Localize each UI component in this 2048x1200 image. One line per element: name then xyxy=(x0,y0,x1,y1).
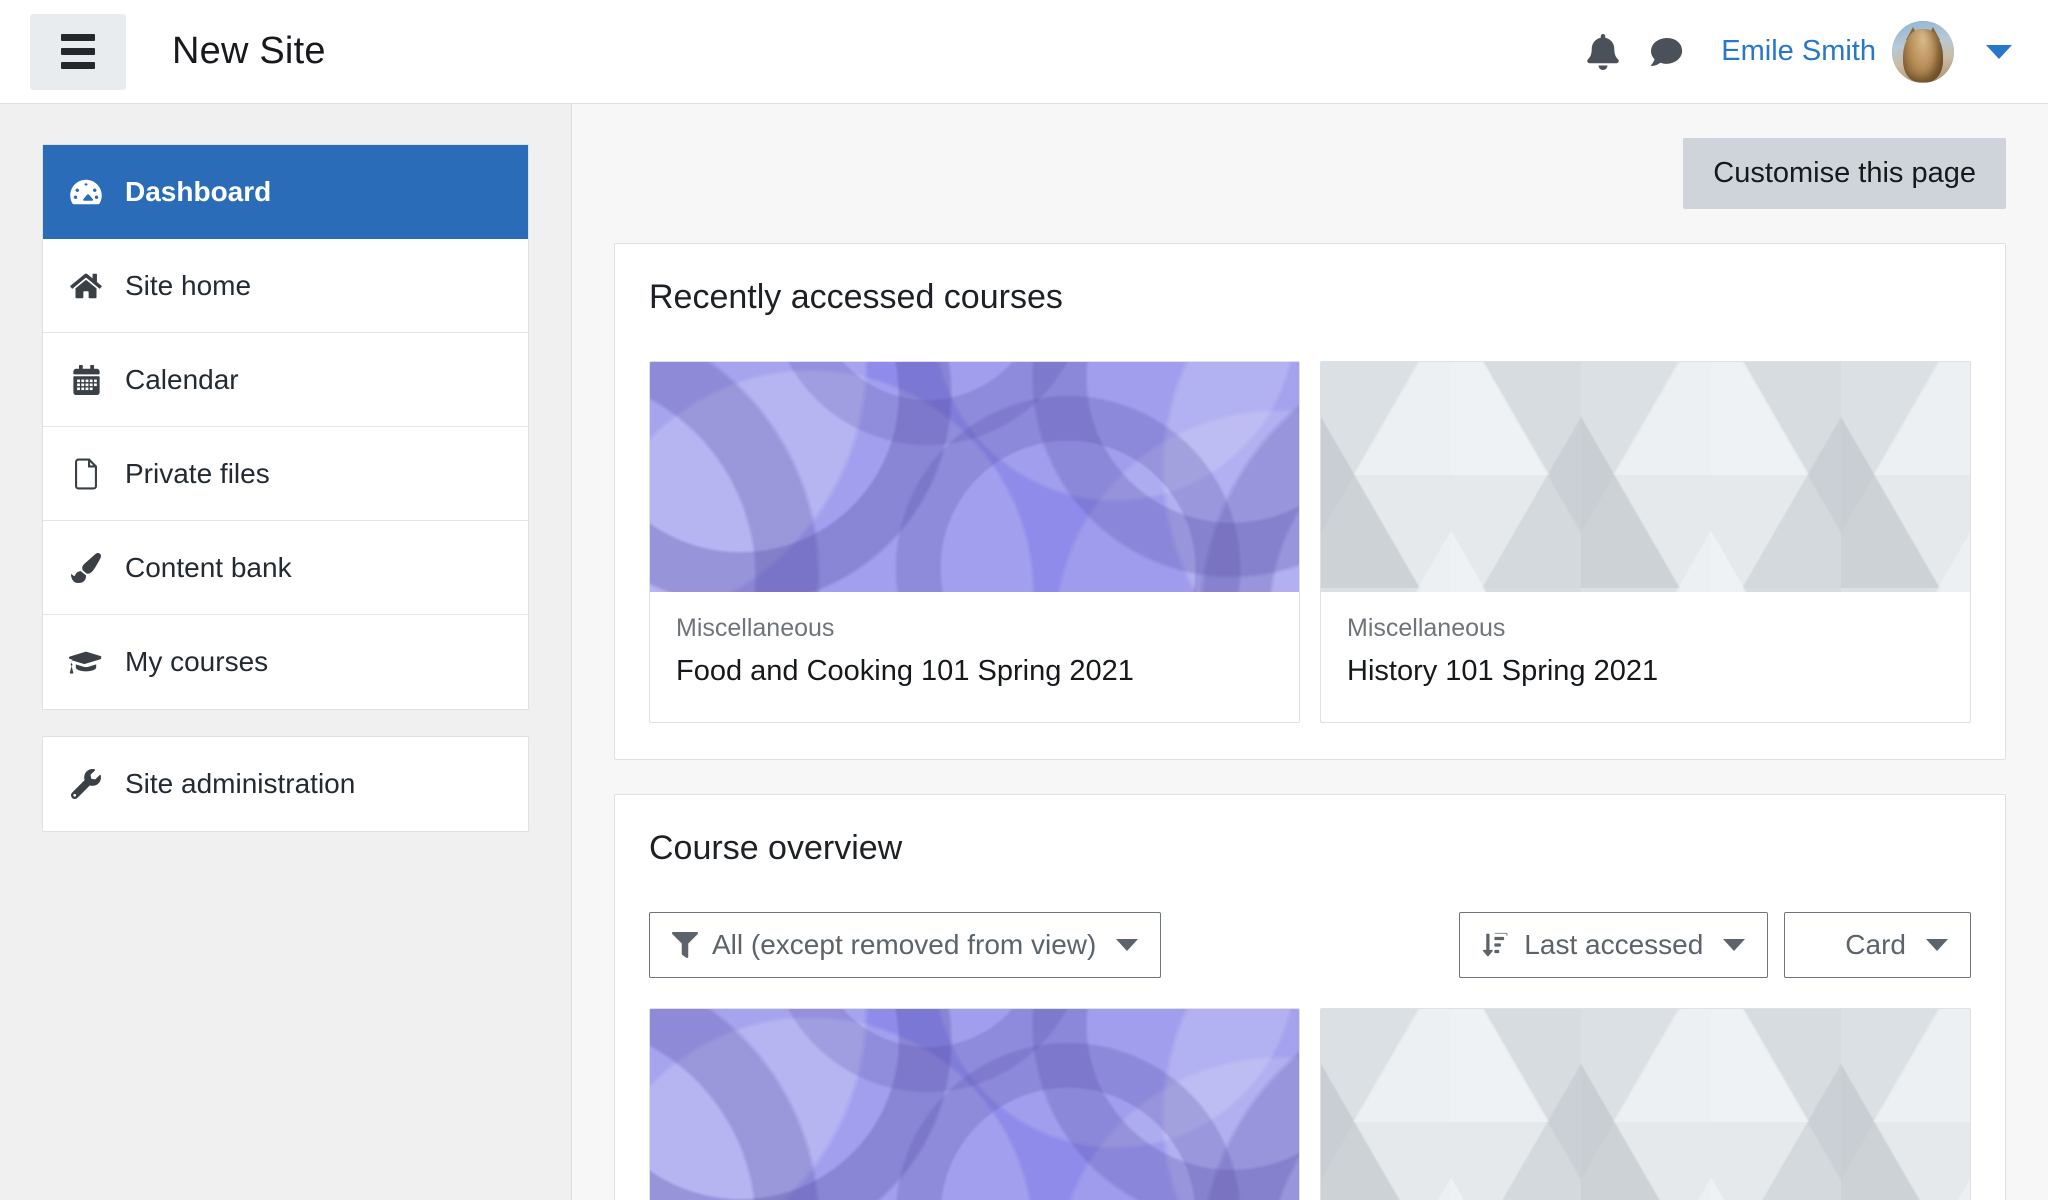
sidebar-item-label: My courses xyxy=(125,646,268,678)
sidebar-nav-block-primary: Dashboard Site home xyxy=(42,144,529,710)
sort-amount-down-icon xyxy=(1482,932,1510,958)
navbar-right-group: Emile Smith xyxy=(1571,20,2022,84)
sidebar-item-private-files[interactable]: Private files xyxy=(43,427,528,521)
course-name[interactable]: History 101 Spring 2021 xyxy=(1347,655,1944,688)
page-body: Dashboard Site home xyxy=(0,104,2048,1200)
sidebar-item-site-administration[interactable]: Site administration xyxy=(43,737,528,831)
sidebar-item-content-bank[interactable]: Content bank xyxy=(43,521,528,615)
course-overview-grid xyxy=(649,1008,1971,1200)
sidebar-item-calendar[interactable]: Calendar xyxy=(43,333,528,427)
main-content: Customise this page Recently accessed co… xyxy=(572,104,2048,1200)
recently-accessed-grid: Miscellaneous Food and Cooking 101 Sprin… xyxy=(649,361,1971,723)
course-card[interactable]: Miscellaneous History 101 Spring 2021 xyxy=(1320,361,1971,723)
course-filter-label: All (except removed from view) xyxy=(712,929,1096,961)
course-filter-dropdown[interactable]: All (except removed from view) xyxy=(649,912,1161,978)
messages-button[interactable] xyxy=(1635,20,1699,84)
sidebar-item-label: Site administration xyxy=(125,768,355,800)
course-overview-title: Course overview xyxy=(649,829,1971,868)
course-thumbnail-purple-circles xyxy=(650,1009,1299,1200)
graduation-cap-icon xyxy=(69,648,103,676)
user-menu-button[interactable]: Emile Smith xyxy=(1699,21,1960,83)
course-overview-controls-right: Last accessed Card xyxy=(1459,912,1971,978)
sidebar-item-label: Dashboard xyxy=(125,176,271,208)
calendar-icon xyxy=(69,365,103,395)
course-sort-label: Last accessed xyxy=(1524,929,1703,961)
course-overview-controls: All (except removed from view) Last acce… xyxy=(649,912,1971,978)
hamburger-icon-bar xyxy=(61,62,95,69)
course-overview-panel: Course overview All (except removed from… xyxy=(614,794,2006,1200)
site-title: New Site xyxy=(172,30,326,73)
paintbrush-icon xyxy=(69,553,103,583)
course-card[interactable] xyxy=(649,1008,1300,1200)
chevron-down-icon xyxy=(1986,45,2012,59)
course-card-body: Miscellaneous History 101 Spring 2021 xyxy=(1321,592,1970,722)
course-view-dropdown[interactable]: Card xyxy=(1784,912,1971,978)
recently-accessed-title: Recently accessed courses xyxy=(649,278,1971,317)
chevron-down-icon xyxy=(1116,939,1138,951)
bell-icon xyxy=(1586,34,1620,70)
home-icon xyxy=(69,272,103,300)
course-sort-dropdown[interactable]: Last accessed xyxy=(1459,912,1768,978)
sidebar-item-dashboard[interactable]: Dashboard xyxy=(43,145,528,239)
avatar xyxy=(1892,21,1954,83)
filter-icon xyxy=(672,932,698,958)
chevron-down-icon xyxy=(1926,939,1948,951)
user-name: Emile Smith xyxy=(1721,35,1876,68)
sidebar-item-label: Calendar xyxy=(125,364,239,396)
wrench-icon xyxy=(69,769,103,799)
course-thumbnail-grey-triangles xyxy=(1321,362,1970,592)
sidebar-item-label: Private files xyxy=(125,458,270,490)
file-icon xyxy=(69,458,103,490)
sidebar-item-label: Content bank xyxy=(125,552,292,584)
notifications-button[interactable] xyxy=(1571,20,1635,84)
course-card[interactable] xyxy=(1320,1008,1971,1200)
hamburger-icon-bar xyxy=(61,34,95,41)
sidebar-item-label: Site home xyxy=(125,270,251,302)
course-view-label: Card xyxy=(1845,929,1906,961)
sidebar-nav-block-admin: Site administration xyxy=(42,736,529,832)
recently-accessed-courses-panel: Recently accessed courses Miscellaneous … xyxy=(614,243,2006,760)
course-card-body: Miscellaneous Food and Cooking 101 Sprin… xyxy=(650,592,1299,722)
course-category: Miscellaneous xyxy=(1347,614,1944,643)
customise-this-page-button[interactable]: Customise this page xyxy=(1683,138,2006,209)
user-menu-caret-button[interactable] xyxy=(1960,45,2022,59)
hamburger-icon-bar xyxy=(61,48,95,55)
customise-row: Customise this page xyxy=(614,138,2006,209)
dashboard-icon xyxy=(69,178,103,206)
menu-toggle-button[interactable] xyxy=(30,14,126,90)
top-navbar: New Site Emile Smith xyxy=(0,0,2048,104)
course-thumbnail-grey-triangles xyxy=(1321,1009,1970,1200)
message-bubble-icon xyxy=(1649,36,1685,68)
chevron-down-icon xyxy=(1723,939,1745,951)
course-category: Miscellaneous xyxy=(676,614,1273,643)
sidebar-item-my-courses[interactable]: My courses xyxy=(43,615,528,709)
sidebar-item-site-home[interactable]: Site home xyxy=(43,239,528,333)
sidebar: Dashboard Site home xyxy=(0,104,572,1200)
course-thumbnail-purple-circles xyxy=(650,362,1299,592)
course-name[interactable]: Food and Cooking 101 Spring 2021 xyxy=(676,655,1273,688)
course-card[interactable]: Miscellaneous Food and Cooking 101 Sprin… xyxy=(649,361,1300,723)
